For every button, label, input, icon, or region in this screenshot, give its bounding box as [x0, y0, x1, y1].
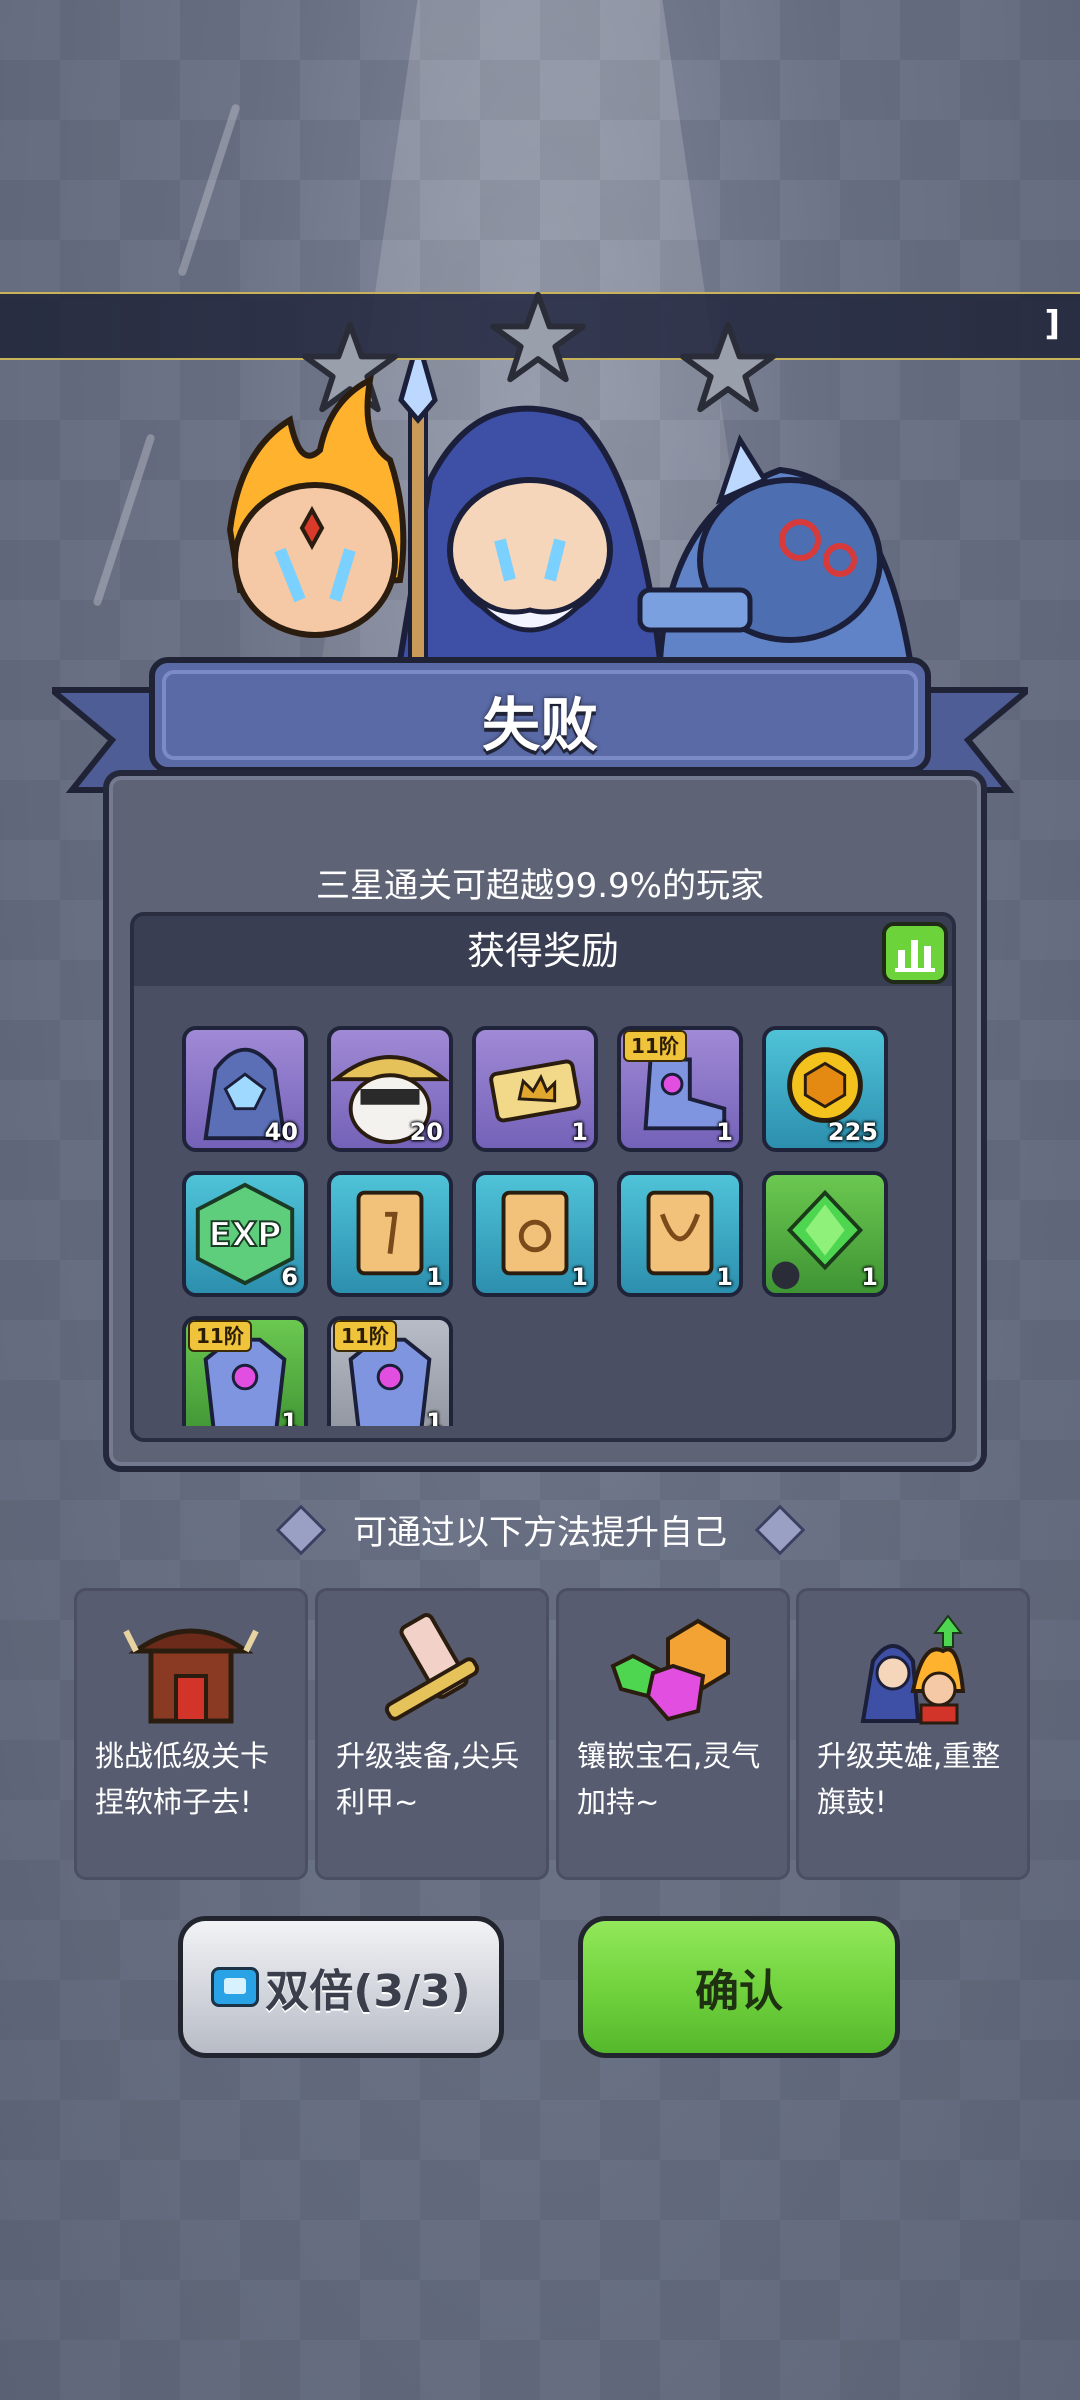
fire-hero	[226, 374, 407, 638]
reward-item-armor-green[interactable]: 11阶 1	[182, 1316, 308, 1426]
three-star-note: 三星通关可超越99.9%的玩家	[315, 866, 764, 906]
tip-label: 挑战低级关卡捏软柿子去!	[95, 1739, 270, 1819]
tier-badge: 11阶	[333, 1320, 397, 1352]
confirm-button[interactable]: 确认	[578, 1916, 900, 2058]
tip-label: 升级装备,尖兵利甲~	[336, 1739, 520, 1819]
tier-badge: 11阶	[188, 1320, 252, 1352]
wizard-hero	[396, 360, 664, 663]
defeated-heroes-illustration	[226, 360, 914, 663]
tip-card-heroes[interactable]: 升级英雄,重整旗鼓!	[796, 1588, 1030, 1880]
tip-card-challenge[interactable]: 挑战低级关卡捏软柿子去!	[74, 1588, 308, 1880]
reward-count: 1	[426, 1408, 443, 1426]
rewards-scroll-area[interactable]: 11阶 1 11阶 1	[130, 912, 948, 1426]
double-reward-label: 双倍(3/3)	[265, 1966, 471, 2017]
tip-label: 升级英雄,重整旗鼓!	[817, 1739, 1001, 1819]
tip-card-gems[interactable]: 镶嵌宝石,灵气加持~	[556, 1588, 790, 1880]
reward-item-armor-gray[interactable]: 11阶 1	[327, 1316, 453, 1426]
sword-upgrade-icon	[384, 1613, 480, 1721]
tv-icon	[211, 1967, 260, 2007]
heroes-upgrade-icon	[860, 1614, 966, 1725]
gems-icon	[610, 1618, 730, 1722]
ice-hero	[637, 434, 914, 663]
double-reward-button[interactable]: 双倍(3/3)	[178, 1916, 504, 2058]
tip-label: 镶嵌宝石,灵气加持~	[577, 1739, 761, 1819]
confirm-label: 确认	[695, 1966, 783, 2017]
reward-count: 1	[281, 1408, 298, 1426]
improve-title: 可通过以下方法提升自己	[353, 1513, 727, 1553]
tip-card-equipment[interactable]: 升级装备,尖兵利甲~	[315, 1588, 549, 1880]
top-bar-glyph: ]	[1044, 304, 1060, 344]
gate-icon	[123, 1628, 259, 1724]
